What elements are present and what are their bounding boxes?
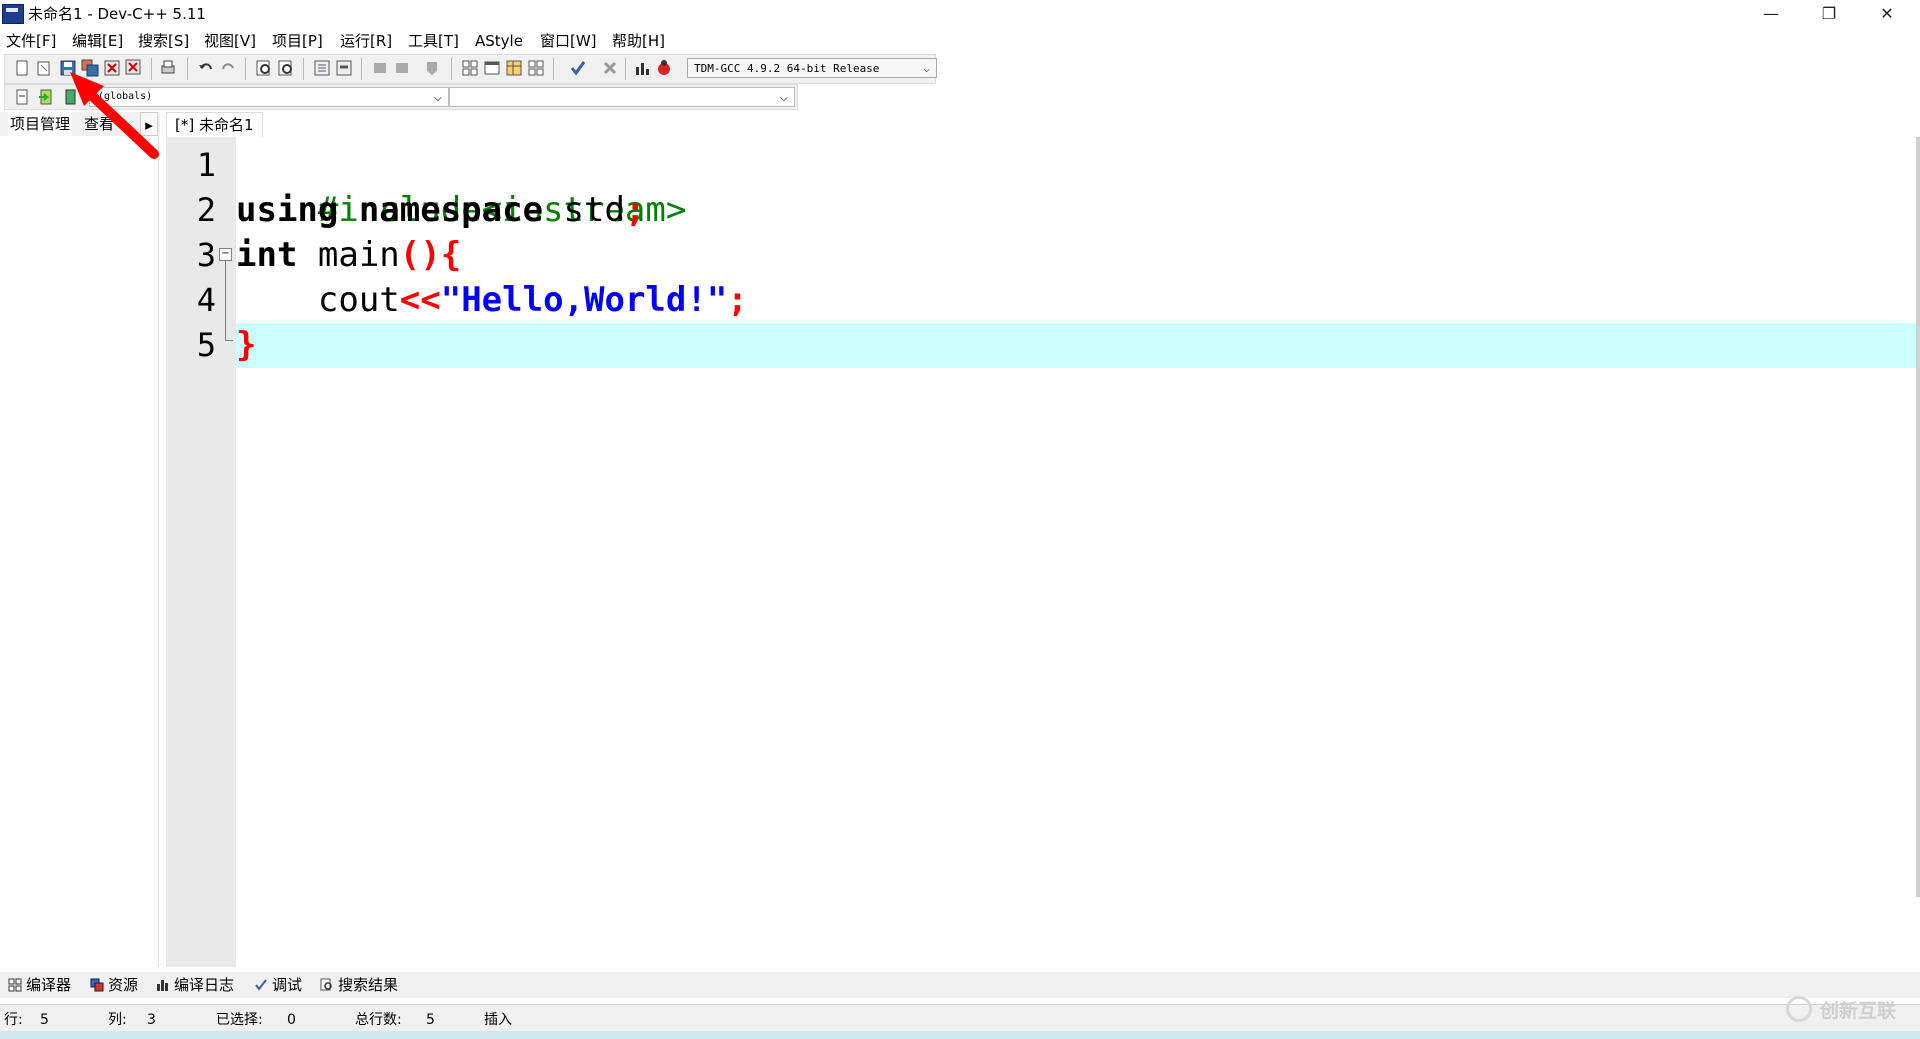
- toggle-comment-icon[interactable]: [423, 59, 441, 77]
- chevron-down-icon: ⌵: [433, 89, 442, 105]
- code-line-1: #include<iostream>: [236, 143, 1916, 230]
- tab-search-results[interactable]: 搜索结果: [320, 972, 398, 998]
- member-select[interactable]: ⌵: [449, 87, 795, 107]
- identifier: cout: [236, 280, 400, 320]
- chevron-down-icon: ⌵: [779, 89, 788, 105]
- menu-help[interactable]: 帮助[H]: [612, 30, 665, 52]
- compile-check-icon[interactable]: [569, 59, 587, 77]
- tab-label: 资源: [108, 976, 139, 994]
- find-icon[interactable]: [255, 59, 273, 77]
- grid-icon: [8, 978, 22, 992]
- goto-line-icon[interactable]: [313, 59, 331, 77]
- chevron-down-icon: ⌵: [923, 62, 930, 75]
- chart-icon[interactable]: [633, 59, 651, 77]
- compiler-select[interactable]: TDM-GCC 4.9.2 64-bit Release ⌵: [687, 58, 937, 78]
- tab-label: 编译器: [26, 976, 72, 994]
- line-number: 4: [196, 281, 216, 319]
- menu-astyle[interactable]: AStyle: [475, 30, 523, 52]
- bottom-panel-tabs: 编译器 资源 编译日志 调试 搜索结果: [0, 972, 1920, 998]
- fold-guide: [225, 261, 226, 341]
- code-line-4: cout<<"Hello,World!";: [236, 278, 1916, 323]
- chart-icon: [157, 980, 168, 991]
- line-number: 5: [196, 326, 216, 364]
- replace-icon[interactable]: [277, 59, 295, 77]
- identifier: main: [297, 235, 400, 275]
- menu-project[interactable]: 项目[P]: [272, 30, 323, 52]
- indent-icon[interactable]: [371, 59, 389, 77]
- code-line-3: int main(){: [236, 233, 1916, 278]
- resources-icon: [90, 978, 104, 992]
- tab-label: 编译日志: [174, 976, 235, 994]
- code-editor[interactable]: #include<iostream> using namespace std; …: [236, 137, 1916, 967]
- closing-brace: }: [236, 325, 257, 365]
- title-bar: 未命名1 - Dev-C++ 5.11 — ❐ ✕: [0, 0, 1920, 28]
- semicolon: ;: [727, 280, 748, 320]
- string-literal: "Hello,World!": [440, 280, 728, 320]
- semicolon: ;: [624, 190, 646, 230]
- project-tree-panel[interactable]: [0, 136, 159, 966]
- undo-icon[interactable]: [197, 59, 215, 77]
- close-button[interactable]: ✕: [1858, 0, 1916, 28]
- debug-icon[interactable]: [655, 59, 673, 77]
- line-number: 3: [196, 236, 216, 274]
- bookmark-icon[interactable]: [335, 59, 353, 77]
- tab-debug[interactable]: 调试: [254, 972, 302, 998]
- line-number: 2: [196, 191, 216, 229]
- identifier: std: [543, 190, 625, 230]
- menu-view[interactable]: 视图[V]: [204, 30, 256, 52]
- operator: (){: [399, 235, 462, 275]
- editor-scrollbar[interactable]: [1916, 137, 1920, 897]
- grid-icon[interactable]: [527, 59, 545, 77]
- operator: <<: [399, 280, 441, 320]
- redo-icon[interactable]: [219, 59, 237, 77]
- tab-label: 搜索结果: [338, 976, 399, 994]
- check-icon: [255, 979, 267, 991]
- tab-resources[interactable]: 资源: [90, 972, 138, 998]
- fold-collapse-icon[interactable]: −: [219, 248, 232, 261]
- unindent-icon[interactable]: [393, 59, 411, 77]
- search-icon: [320, 978, 332, 991]
- editor-tab-untitled1[interactable]: [*] 未命名1: [166, 112, 263, 137]
- compiler-select-value: TDM-GCC 4.9.2 64-bit Release: [694, 62, 880, 75]
- code-line-5-current: }: [236, 323, 1916, 368]
- window-icon[interactable]: [483, 59, 501, 77]
- menu-run[interactable]: 运行[R]: [340, 30, 392, 52]
- keyword: using namespace: [236, 190, 544, 230]
- watermark-logo-icon: [1786, 996, 1812, 1022]
- project-new-icon[interactable]: [461, 59, 479, 77]
- class-browser-icon[interactable]: [505, 59, 523, 77]
- annotation-arrow-icon: [70, 72, 159, 159]
- stop-icon[interactable]: [601, 59, 619, 77]
- tab-label: 调试: [272, 976, 303, 994]
- menu-window[interactable]: 窗口[W]: [540, 30, 597, 52]
- tab-compile-log[interactable]: 编译日志: [156, 972, 234, 998]
- tab-compiler[interactable]: 编译器: [8, 972, 71, 998]
- watermark-text: 创新互联: [1820, 1000, 1897, 1022]
- minimize-button[interactable]: —: [1742, 0, 1800, 28]
- bottom-strip: [0, 1031, 1920, 1039]
- code-line-2: using namespace std;: [236, 188, 1916, 233]
- fold-guide-end: [225, 340, 233, 341]
- keyword: int: [236, 235, 298, 275]
- restore-button[interactable]: ❐: [1800, 0, 1858, 28]
- menu-tools[interactable]: 工具[T]: [408, 30, 459, 52]
- menu-bar: 文件[F] 编辑[E] 搜索[S] 视图[V] 项目[P] 运行[R] 工具[T…: [0, 30, 1920, 52]
